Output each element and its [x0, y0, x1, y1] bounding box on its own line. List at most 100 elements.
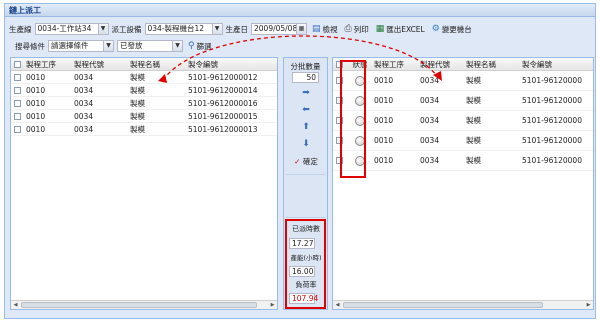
- chevron-down-icon[interactable]: ▼: [211, 24, 222, 34]
- grid-header: 製程工序 製程代號 製程名稱 製令編號: [11, 58, 277, 71]
- line-label: 生產線: [9, 24, 32, 34]
- change-machine-button[interactable]: ⚙ 變更機台: [430, 24, 474, 35]
- filter-button[interactable]: ⚲ 篩選: [186, 41, 214, 52]
- move-up-icon[interactable]: ⬆: [292, 121, 320, 133]
- date-label: 生產日: [225, 24, 249, 34]
- confirm-button[interactable]: ✓ 確定: [287, 156, 325, 167]
- scroll-right-icon[interactable]: ▶: [585, 302, 592, 308]
- grid-header: 狀態 製程工序 製程代號 製程名稱 製令編號: [333, 58, 593, 71]
- process-step-cell: 0010: [374, 156, 394, 165]
- column-header[interactable]: 製程工序: [372, 59, 418, 70]
- export-excel-button[interactable]: ▦ 匯出EXCEL: [374, 24, 427, 35]
- process-code-cell: 0034: [420, 96, 440, 105]
- calendar-icon[interactable]: ▦: [296, 24, 306, 34]
- horizontal-scrollbar[interactable]: ◀ ▶: [11, 300, 277, 309]
- process-name-cell: 製模: [130, 72, 145, 82]
- column-header[interactable]: 製令編號: [520, 59, 590, 70]
- select-all-checkbox[interactable]: [14, 60, 21, 68]
- table-row[interactable]: 0010 0034 製模 5101-96120000: [333, 71, 593, 91]
- status-select[interactable]: 已發放 ▼: [117, 40, 183, 52]
- process-name-cell: 製模: [466, 116, 481, 125]
- table-row[interactable]: 0010 0034 製模 5101-9612000015: [11, 110, 277, 123]
- order-number-cell: 5101-96120000: [522, 96, 582, 105]
- table-row[interactable]: 0010 0034 製模 5101-9612000012: [11, 71, 277, 84]
- process-code-cell: 0034: [74, 98, 94, 108]
- load-rate-label: 負荷率: [295, 281, 317, 289]
- order-number-cell: 5101-9612000013: [188, 124, 258, 134]
- process-name-cell: 製模: [130, 85, 145, 95]
- column-header[interactable]: 製程代號: [72, 59, 128, 70]
- process-code-cell: 0034: [420, 156, 440, 165]
- move-left-icon[interactable]: ⬅: [292, 104, 320, 116]
- row-checkbox[interactable]: [14, 73, 21, 81]
- process-step-cell: 0010: [374, 116, 394, 125]
- row-checkbox[interactable]: [14, 112, 21, 120]
- chevron-down-icon[interactable]: ▼: [103, 41, 113, 51]
- dispatch-window: 鏈上派工 生產線 0034-工作站34 ▼ 派工設備 034-製程機台12 ▼ …: [4, 3, 596, 319]
- process-step-cell: 0010: [26, 98, 46, 108]
- column-header[interactable]: 製程工序: [24, 59, 72, 70]
- process-name-cell: 製模: [466, 96, 481, 105]
- chevron-down-icon[interactable]: ▼: [97, 24, 108, 34]
- column-header[interactable]: 製令編號: [186, 59, 272, 70]
- export-excel-label: 匯出EXCEL: [386, 24, 425, 34]
- scroll-left-icon[interactable]: ◀: [12, 302, 19, 308]
- main-toolbar: 生產線 0034-工作站34 ▼ 派工設備 034-製程機台12 ▼ 生產日 2…: [5, 21, 595, 37]
- table-row[interactable]: 0010 0034 製模 5101-9612000016: [11, 97, 277, 110]
- batch-qty-label: 分批數量: [290, 62, 321, 71]
- line-select[interactable]: 0034-工作站34 ▼: [34, 23, 109, 35]
- dispatch-control-panel: 分批數量 50 ➡ ⬅ ⬆ ⬇ ✓ 確定 已派時數 17.27 產能(小時) 1…: [283, 57, 328, 310]
- table-row[interactable]: 0010 0034 製模 5101-9612000014: [11, 84, 277, 97]
- dispatched-hours-value: 17.27: [289, 238, 315, 249]
- row-checkbox[interactable]: [14, 86, 21, 94]
- process-code-cell: 0034: [74, 111, 94, 121]
- capacity-value: 16.00: [289, 266, 315, 277]
- capacity-label: 產能(小時): [290, 254, 322, 262]
- move-right-icon[interactable]: ➡: [292, 87, 320, 99]
- row-checkbox[interactable]: [14, 125, 21, 133]
- process-name-cell: 製模: [130, 124, 145, 134]
- move-down-icon[interactable]: ⬇: [292, 138, 320, 150]
- excel-icon: ▦: [375, 23, 385, 34]
- row-checkbox[interactable]: [14, 99, 21, 107]
- process-step-cell: 0010: [374, 76, 394, 85]
- chevron-down-icon[interactable]: ▼: [172, 41, 182, 51]
- column-header[interactable]: 製程名稱: [128, 59, 186, 70]
- order-number-cell: 5101-9612000015: [188, 111, 258, 121]
- table-row[interactable]: 0010 0034 製模 5101-96120000: [333, 151, 593, 171]
- column-header[interactable]: 製程代號: [418, 59, 464, 70]
- scroll-right-icon[interactable]: ▶: [269, 302, 276, 308]
- panel-divider: [286, 174, 325, 218]
- process-code-cell: 0034: [420, 76, 440, 85]
- order-number-cell: 5101-9612000016: [188, 98, 258, 108]
- print-button[interactable]: ⎙ 列印: [343, 24, 371, 35]
- order-number-cell: 5101-96120000: [522, 116, 582, 125]
- column-header[interactable]: 製程名稱: [464, 59, 520, 70]
- scroll-left-icon[interactable]: ◀: [334, 302, 341, 308]
- process-step-cell: 0010: [26, 124, 46, 134]
- scroll-thumb[interactable]: [343, 302, 543, 308]
- machine-icon: ⚙: [431, 23, 440, 34]
- view-icon: ▤: [312, 23, 321, 34]
- process-name-cell: 製模: [130, 98, 145, 108]
- window-title: 鏈上派工: [5, 4, 595, 17]
- horizontal-scrollbar[interactable]: ◀ ▶: [333, 300, 593, 309]
- pending-jobs-grid: 製程工序 製程代號 製程名稱 製令編號 0010 0034 製模 5101-96…: [10, 57, 278, 310]
- date-field[interactable]: 2009/05/08 ▦: [251, 23, 307, 35]
- order-number-cell: 5101-96120000: [522, 136, 582, 145]
- table-row[interactable]: 0010 0034 製模 5101-96120000: [333, 131, 593, 151]
- process-step-cell: 0010: [374, 96, 394, 105]
- filter-toolbar: 搜尋條件 請選擇條件 ▼ 已發放 ▼ ⚲ 篩選: [5, 38, 595, 54]
- order-number-cell: 5101-9612000012: [188, 72, 258, 82]
- process-step-cell: 0010: [26, 111, 46, 121]
- table-row[interactable]: 0010 0034 製模 5101-96120000: [333, 111, 593, 131]
- scroll-thumb[interactable]: [21, 302, 257, 308]
- filter-select-value: 請選擇條件: [51, 41, 89, 50]
- batch-qty-input[interactable]: 50: [292, 72, 319, 83]
- device-select[interactable]: 034-製程機台12 ▼: [144, 23, 223, 35]
- filter-select[interactable]: 請選擇條件 ▼: [48, 40, 114, 52]
- table-row[interactable]: 0010 0034 製模 5101-96120000: [333, 91, 593, 111]
- order-number-cell: 5101-96120000: [522, 76, 582, 85]
- view-button[interactable]: ▤ 檢視: [310, 24, 340, 35]
- table-row[interactable]: 0010 0034 製模 5101-9612000013: [11, 123, 277, 136]
